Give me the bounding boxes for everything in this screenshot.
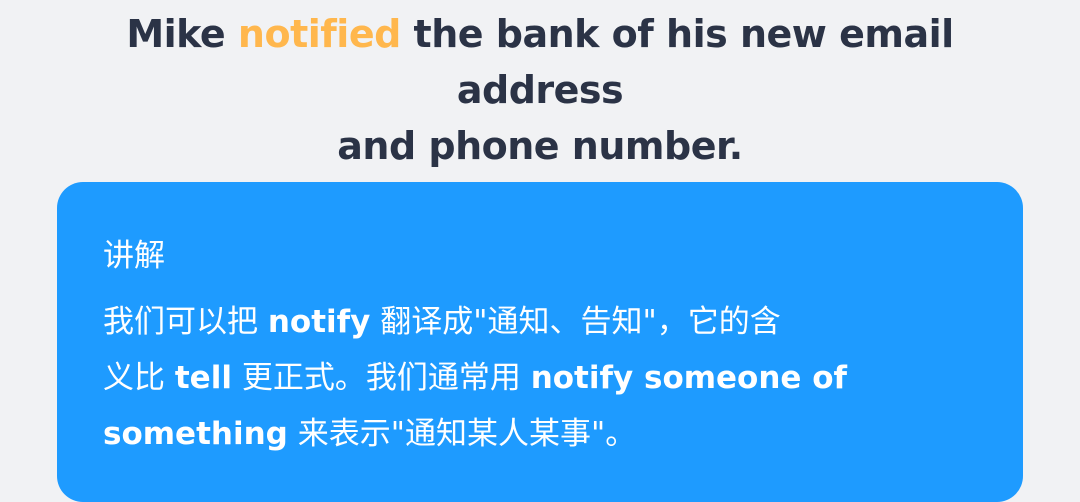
explanation-seg1: 我们可以把 [103,304,268,340]
explanation-seg4: 更正式。我们通常用 [231,360,531,396]
explanation-seg2: 翻译成"通知、告知"，它的含 [370,304,781,340]
example-sentence: Mike notified the bank of his new email … [40,6,1040,174]
explanation-seg5: 来表示"通知某人某事"。 [287,416,637,452]
sentence-text-line2: and phone number. [337,124,743,168]
keyword-notify-someone-of: notify someone of [530,360,848,396]
explanation-text: 我们可以把 notify 翻译成"通知、告知"，它的含 义比 tell 更正式。… [103,294,943,462]
keyword-tell: tell [174,360,232,396]
highlighted-word: notified [237,12,401,56]
sentence-text-end: the bank of his new email address [400,12,955,112]
keyword-notify: notify [267,304,371,340]
explanation-seg3: 义比 [103,360,175,396]
explanation-card: 讲解 我们可以把 notify 翻译成"通知、告知"，它的含 义比 tell 更… [57,182,1023,502]
sentence-text-start: Mike [126,12,238,56]
keyword-something: something [103,416,288,452]
explanation-title: 讲解 [103,238,165,274]
